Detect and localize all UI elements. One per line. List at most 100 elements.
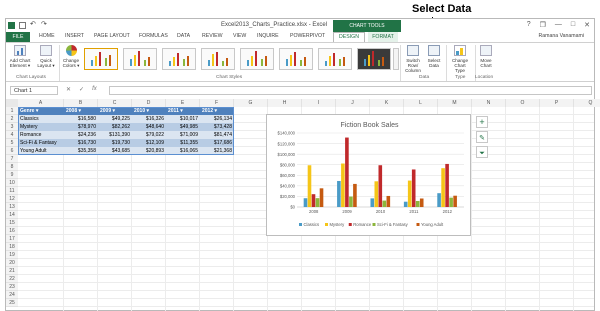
column-header[interactable]: Q [574, 99, 600, 107]
value-cell[interactable]: $24,236 [64, 131, 98, 139]
bar[interactable] [403, 201, 408, 207]
bar[interactable] [386, 195, 391, 207]
bar[interactable] [345, 137, 349, 207]
value-cell[interactable]: $19,730 [98, 139, 132, 147]
row-header[interactable]: 3 [6, 123, 18, 131]
chart-style-8[interactable] [357, 48, 391, 70]
bar[interactable] [337, 180, 341, 207]
column-header[interactable]: A [18, 99, 64, 107]
row-header[interactable]: 14 [6, 211, 18, 219]
value-cell[interactable]: $35,358 [64, 147, 98, 155]
row-header[interactable]: 9 [6, 171, 18, 179]
chart-area[interactable]: Fiction Book Sales $0 $20,000 $40,000 $60,00… [266, 114, 471, 236]
legend-label[interactable]: Mystery [330, 222, 346, 227]
bar[interactable] [315, 198, 320, 207]
value-cell[interactable]: $21,368 [200, 147, 234, 155]
column-header[interactable]: O [506, 99, 540, 107]
chart-style-3[interactable] [162, 48, 196, 70]
genre-cell[interactable]: Sci-Fi & Fantasy [18, 139, 64, 147]
value-cell[interactable]: $79,022 [132, 131, 166, 139]
value-cell[interactable]: $20,893 [132, 147, 166, 155]
value-cell[interactable]: $10,017 [166, 115, 200, 123]
tab-formulas[interactable]: FORMULAS [139, 33, 168, 39]
bar[interactable] [353, 183, 357, 207]
bar[interactable] [411, 169, 416, 207]
legend-label[interactable]: Romance [353, 222, 372, 227]
save-icon[interactable] [19, 22, 26, 29]
row-header[interactable]: 13 [6, 203, 18, 211]
chart-styles-scroll[interactable] [393, 48, 399, 70]
column-header[interactable]: K [370, 99, 404, 107]
bar[interactable] [415, 200, 420, 207]
chart-style-4[interactable] [201, 48, 235, 70]
bar[interactable] [307, 165, 312, 207]
table-header-cell[interactable]: 2010 ▾ [132, 107, 166, 115]
genre-cell[interactable]: Romance [18, 131, 64, 139]
insert-function-icon[interactable]: fx [92, 86, 97, 93]
undo-icon[interactable]: ↶ [30, 21, 37, 29]
value-cell[interactable]: $81,474 [200, 131, 234, 139]
bar[interactable] [453, 195, 457, 207]
tab-format[interactable]: FORMAT [368, 32, 398, 42]
redo-icon[interactable]: ↷ [41, 21, 48, 29]
bar[interactable] [311, 194, 316, 207]
value-cell[interactable]: $71,009 [166, 131, 200, 139]
column-header[interactable]: J [336, 99, 370, 107]
value-cell[interactable]: $49,985 [166, 123, 200, 131]
bar[interactable] [341, 163, 345, 207]
row-header[interactable]: 7 [6, 155, 18, 163]
row-header[interactable]: 12 [6, 195, 18, 203]
value-cell[interactable]: $16,580 [64, 115, 98, 123]
row-header[interactable]: 22 [6, 275, 18, 283]
tab-review[interactable]: REVIEW [202, 33, 222, 39]
genre-cell[interactable]: Mystery [18, 123, 64, 131]
row-header[interactable]: 5 [6, 139, 18, 147]
column-header[interactable]: G [234, 99, 268, 107]
value-cell[interactable]: $17,686 [200, 139, 234, 147]
value-cell[interactable]: $16,065 [166, 147, 200, 155]
row-header[interactable]: 23 [6, 283, 18, 291]
legend-label[interactable]: Young Adult [421, 222, 444, 227]
value-cell[interactable]: $131,390 [98, 131, 132, 139]
bar[interactable] [319, 188, 324, 207]
tab-powerpivot[interactable]: POWERPIVOT [290, 33, 325, 39]
bar[interactable] [374, 181, 379, 207]
bar[interactable] [382, 200, 387, 207]
value-cell[interactable]: $11,355 [166, 139, 200, 147]
bar[interactable] [370, 198, 375, 207]
chart-title[interactable]: Fiction Book Sales [341, 122, 399, 129]
row-header[interactable]: 6 [6, 147, 18, 155]
column-header[interactable]: F [200, 99, 234, 107]
help-button[interactable]: ? [527, 21, 531, 29]
chart-style-2[interactable] [123, 48, 157, 70]
table-header-cell[interactable]: 2012 ▾ [200, 107, 234, 115]
cancel-icon[interactable]: ✕ [66, 86, 71, 93]
bar[interactable] [449, 197, 453, 207]
genre-cell[interactable]: Classics [18, 115, 64, 123]
chart-elements-button[interactable]: + [476, 116, 488, 128]
row-header[interactable]: 10 [6, 179, 18, 187]
row-header[interactable]: 16 [6, 227, 18, 235]
table-header-cell[interactable]: 2008 ▾ [64, 107, 98, 115]
row-header[interactable]: 25 [6, 299, 18, 307]
tab-inquire[interactable]: INQUIRE [257, 33, 279, 39]
quick-layout-button[interactable]: Quick Layout ▾ [36, 45, 56, 68]
maximize-button[interactable]: □ [571, 21, 575, 29]
column-header[interactable]: C [98, 99, 132, 107]
switch-row-column-button[interactable]: Switch Row/ Column [402, 45, 424, 73]
column-header[interactable]: M [438, 99, 472, 107]
user-name[interactable]: Ramana Vanamami [539, 33, 584, 39]
column-header[interactable]: B [64, 99, 98, 107]
value-cell[interactable]: $26,134 [200, 115, 234, 123]
value-cell[interactable]: $48,640 [132, 123, 166, 131]
ribbon-display-button[interactable]: ❐ [540, 21, 546, 29]
legend-label[interactable]: Classics [304, 222, 320, 227]
change-chart-type-button[interactable]: Change Chart Type [449, 45, 471, 73]
column-header[interactable]: N [472, 99, 506, 107]
column-header[interactable]: E [166, 99, 200, 107]
row-header[interactable]: 15 [6, 219, 18, 227]
column-header[interactable]: L [404, 99, 438, 107]
row-header[interactable]: 11 [6, 187, 18, 195]
row-header[interactable]: 21 [6, 267, 18, 275]
row-header[interactable]: 24 [6, 291, 18, 299]
